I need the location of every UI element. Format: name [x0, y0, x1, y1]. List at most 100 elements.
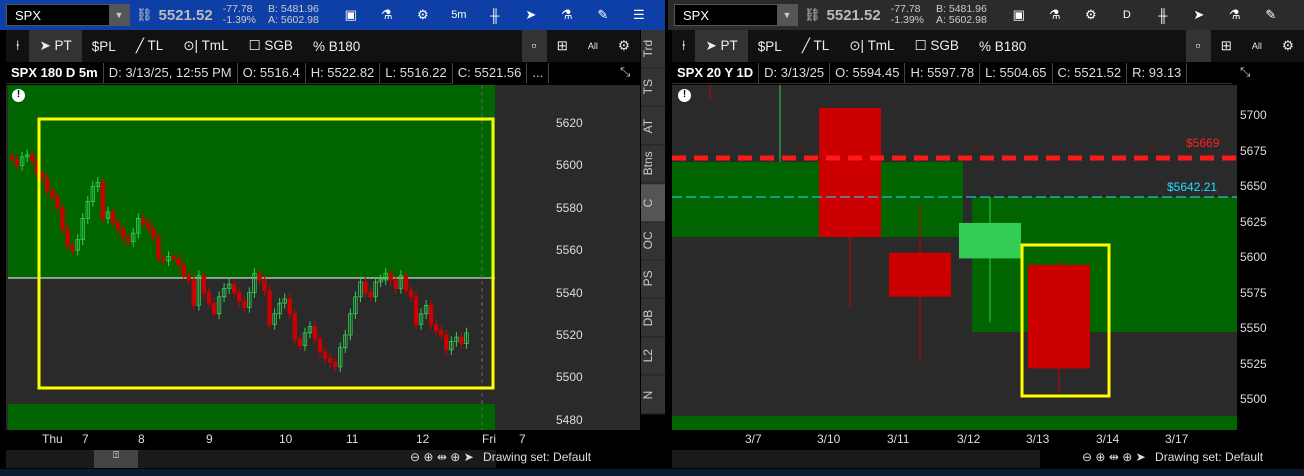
side-tab-n[interactable]: N [641, 375, 665, 414]
candle-body [317, 338, 323, 353]
right-scrollbar[interactable] [672, 450, 1040, 468]
candle-body [40, 173, 45, 179]
candle-body [428, 304, 434, 325]
candle-body [444, 334, 449, 351]
candle-body [312, 326, 318, 340]
candle-body [120, 228, 126, 238]
side-tab-l2[interactable]: L2 [641, 337, 665, 376]
side-tab-c[interactable]: C [641, 183, 665, 222]
price-tick: 5580 [556, 200, 583, 215]
candle-body [819, 107, 881, 238]
candle-body [191, 279, 196, 306]
price-tick: 5560 [556, 243, 583, 258]
candle-body [50, 190, 55, 198]
candle-body [70, 245, 75, 251]
zoom-in-icon[interactable]: ⊕ [423, 450, 433, 464]
time-tick: 3/12 [957, 432, 981, 446]
time-tick: 3/14 [1096, 432, 1120, 446]
time-tick: 10 [279, 432, 293, 446]
zoom-out-icon[interactable]: ⊖ [410, 450, 420, 464]
zone-bottom [672, 416, 1237, 430]
candle-body [110, 211, 116, 224]
candle-body [146, 222, 151, 230]
background-window-strip [0, 469, 1304, 476]
side-tab-ps[interactable]: PS [641, 260, 665, 299]
candle-body [257, 273, 262, 281]
time-tick: 3/11 [887, 432, 910, 446]
side-tabs: Trd TS AT Btns C OC PS DB L2 N [641, 30, 665, 414]
drawing-set-label[interactable]: Drawing set: Default [483, 450, 591, 464]
side-tab-btns[interactable]: Btns [641, 145, 665, 184]
zone-lower [8, 404, 495, 430]
price-tick: 5500 [1240, 392, 1267, 406]
pan-icon[interactable]: ⇹ [1109, 450, 1119, 464]
cursor-icon[interactable]: ➤ [464, 450, 474, 464]
price-tick: 5500 [556, 370, 583, 385]
candle-body [292, 313, 297, 340]
crosshair-icon[interactable]: ⊕ [1122, 450, 1132, 464]
candle-body [889, 252, 951, 297]
time-tick: Fri [482, 432, 496, 446]
side-tab-db[interactable]: DB [641, 298, 665, 338]
candle-body [55, 196, 60, 209]
price-tick: 5625 [1240, 214, 1267, 229]
crosshair-icon[interactable]: ⊕ [450, 450, 460, 464]
candle-body [115, 222, 121, 230]
zone-b [972, 197, 1237, 332]
candle-body [408, 290, 414, 298]
candle-body [231, 283, 237, 293]
left-zoom-controls: ⊖ ⊕ ⇹ ⊕ ➤ Drawing set: Default [410, 450, 591, 464]
cursor-icon[interactable]: ➤ [1136, 450, 1146, 464]
price-level-red: $5669 [1186, 136, 1220, 150]
zoom-out-icon[interactable]: ⊖ [1082, 450, 1092, 464]
price-tick: 5480 [556, 412, 583, 427]
side-tab-at[interactable]: AT [641, 106, 665, 146]
time-tick: 12 [416, 432, 430, 446]
side-tab-ts[interactable]: TS [641, 68, 665, 107]
time-tick: 9 [206, 432, 213, 446]
pan-icon[interactable]: ⇹ [437, 450, 447, 464]
price-tick: 5575 [1240, 285, 1267, 300]
price-tick: 5520 [556, 328, 583, 342]
candle-body [100, 181, 106, 219]
candle-body [368, 292, 373, 298]
candle-body [9, 156, 15, 160]
time-tick: 8 [138, 432, 145, 446]
time-tick: 7 [519, 432, 526, 446]
candle-body [439, 330, 444, 336]
time-tick: 3/17 [1165, 432, 1189, 446]
candle-body [1028, 264, 1090, 369]
candle-body [65, 228, 70, 247]
time-tick: 11 [346, 432, 359, 446]
time-tick: 3/7 [745, 432, 762, 446]
price-tick: 5525 [1240, 356, 1267, 371]
candle-body [206, 292, 212, 304]
time-tick: 3/13 [1026, 432, 1050, 446]
candle-body [211, 302, 217, 315]
candle-body [60, 207, 65, 230]
candle-body [29, 154, 35, 162]
price-level-cyan: $5642.21 [1167, 180, 1218, 194]
candle-body [267, 290, 272, 325]
alert-icon[interactable]: ! [12, 89, 25, 102]
candle-body [403, 275, 409, 291]
scroll-thumb[interactable]: ⍐ [94, 450, 138, 468]
candle-body [151, 228, 156, 238]
alert-icon[interactable]: ! [678, 89, 691, 102]
candle-body [181, 264, 186, 277]
candle-body [297, 338, 303, 346]
candle-body [363, 281, 368, 294]
side-tab-oc[interactable]: OC [641, 221, 665, 261]
price-tick: 5600 [556, 158, 583, 173]
drawing-set-label[interactable]: Drawing set: Default [1155, 450, 1263, 464]
candle-body [393, 279, 398, 289]
side-tab-trd[interactable]: Trd [641, 30, 665, 69]
candle-body [413, 296, 419, 325]
candle-body [237, 292, 242, 302]
candle-body [433, 323, 439, 332]
price-tick: 5700 [1240, 108, 1267, 122]
candle-body [959, 222, 1021, 259]
zoom-in-icon[interactable]: ⊕ [1095, 450, 1105, 464]
candle-body [242, 300, 247, 308]
candle-body [186, 275, 191, 281]
